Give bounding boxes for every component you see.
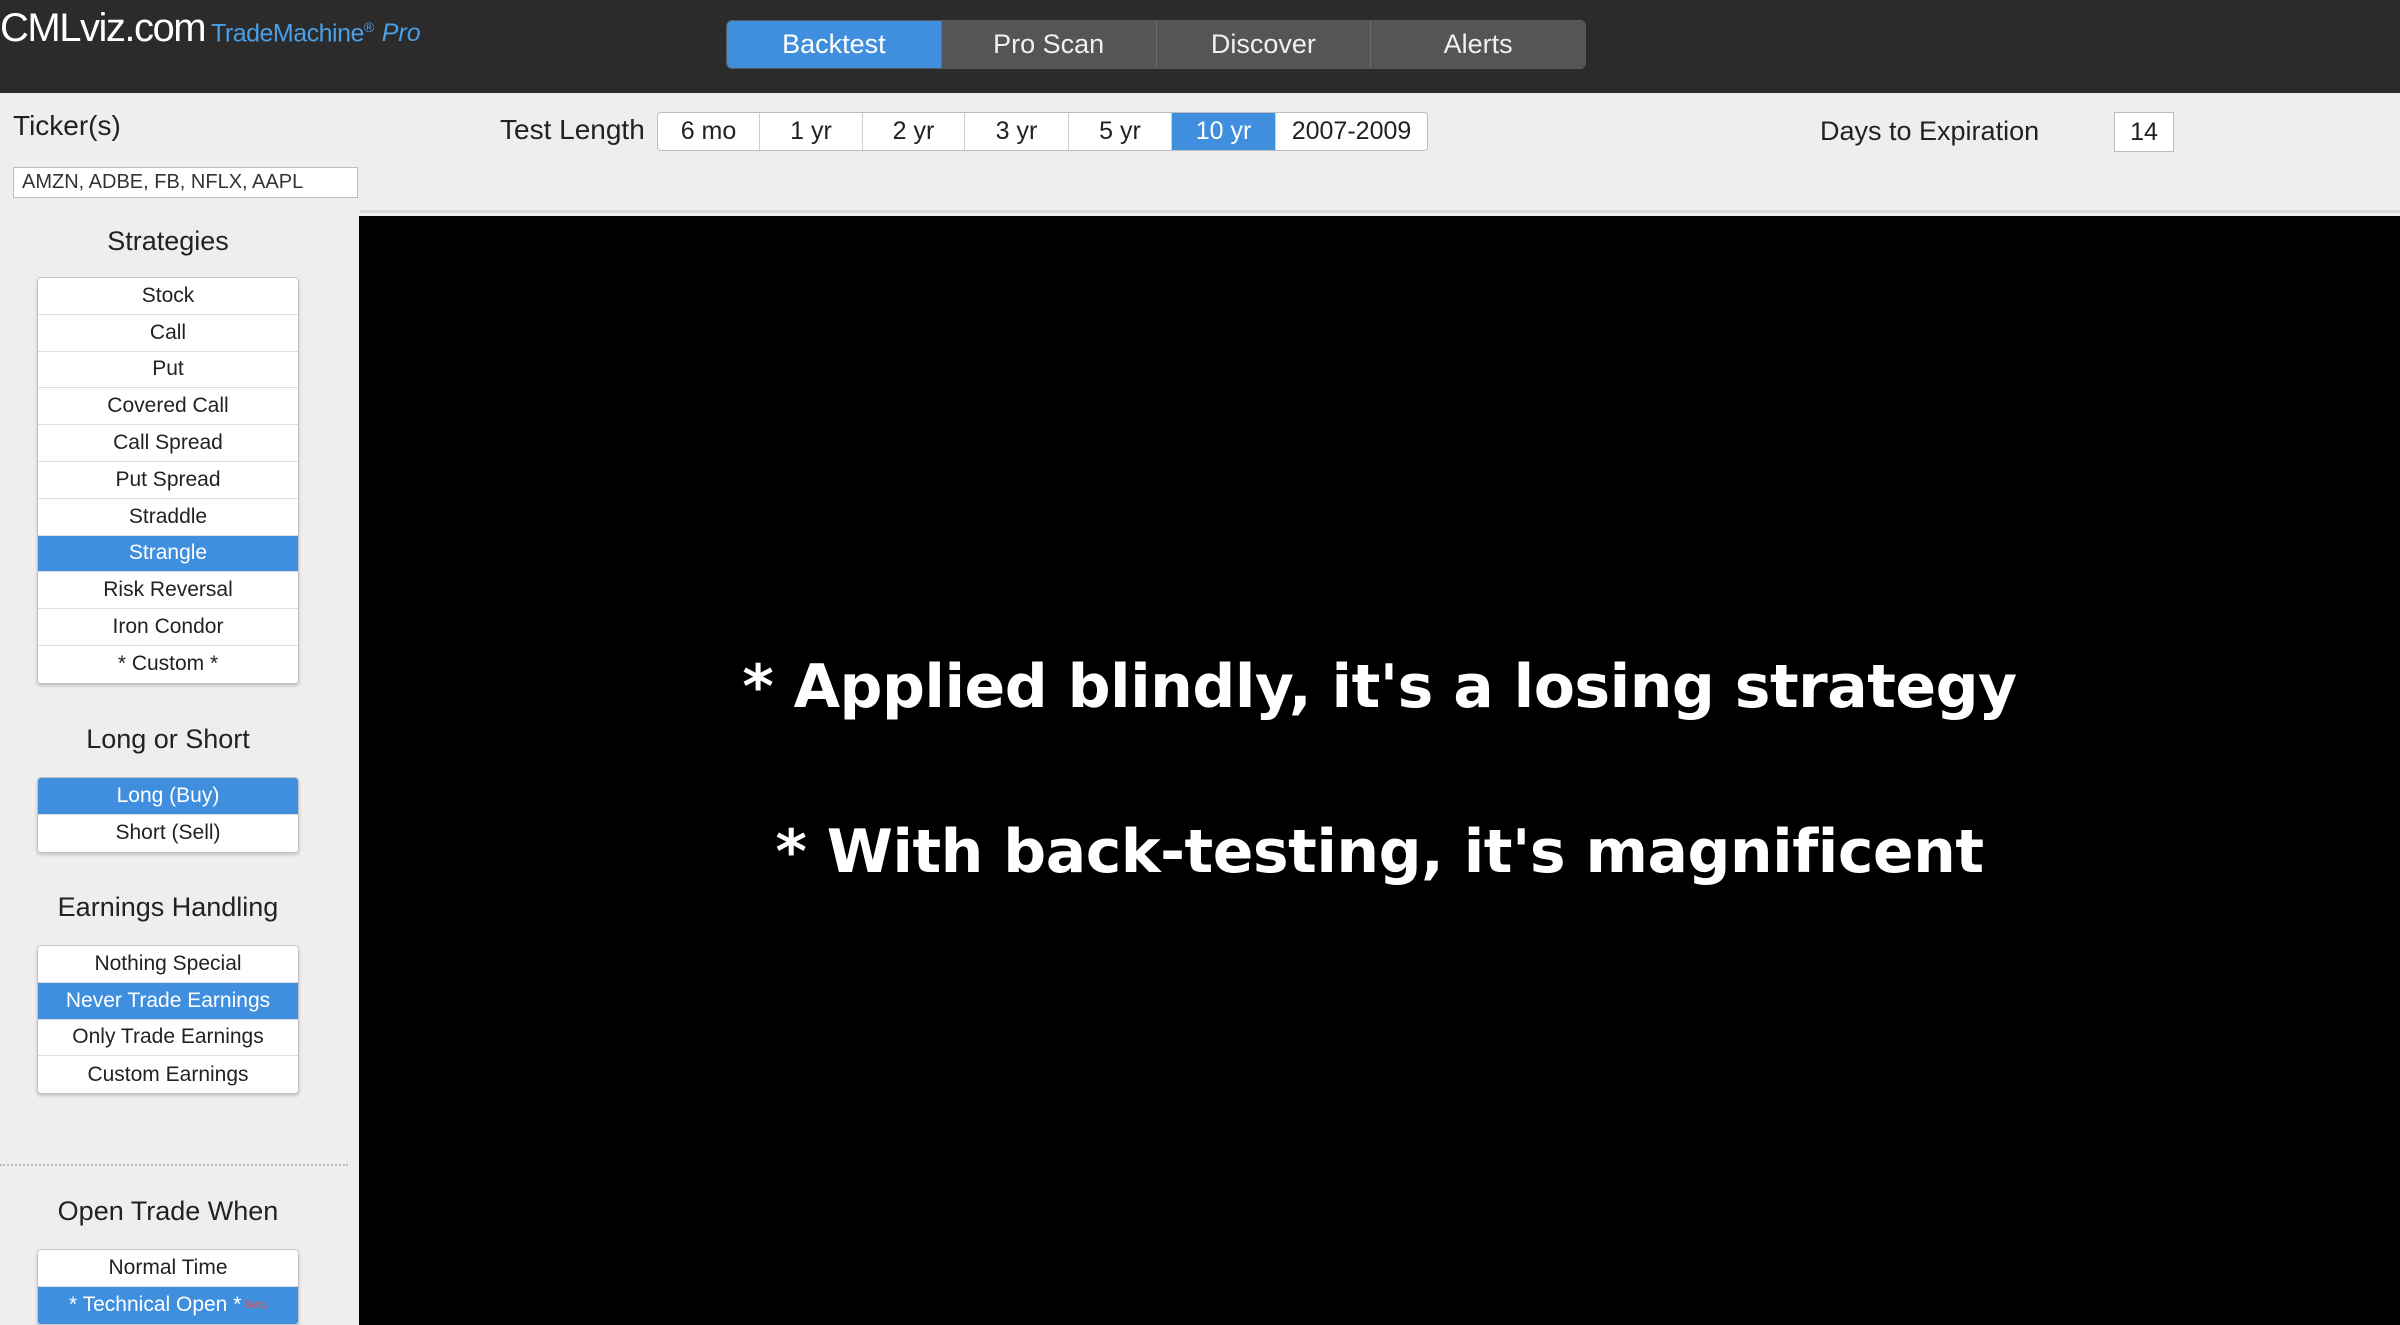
test-length-label: Test Length — [500, 114, 645, 145]
registered-mark: ® — [363, 18, 374, 35]
test-length-6mo[interactable]: 6 mo — [658, 113, 760, 150]
main-nav-tabs: Backtest Pro Scan Discover Alerts — [726, 20, 1586, 69]
strategies-list: Stock Call Put Covered Call Call Spread … — [37, 277, 299, 684]
overlay-line-1: * Applied blindly, it's a losing strateg… — [742, 652, 2017, 722]
earnings-custom[interactable]: Custom Earnings — [38, 1056, 298, 1094]
strategy-call-spread[interactable]: Call Spread — [38, 425, 298, 462]
strategy-risk-reversal[interactable]: Risk Reversal — [38, 572, 298, 610]
tab-pro-scan[interactable]: Pro Scan — [941, 21, 1157, 68]
test-length-5yr[interactable]: 5 yr — [1069, 113, 1172, 150]
overlay-line-2: * With back-testing, it's magnificent — [775, 817, 1984, 887]
test-length-2007-2009[interactable]: 2007-2009 — [1276, 113, 1427, 150]
strategies-title: Strategies — [107, 226, 229, 256]
strategy-put[interactable]: Put — [38, 351, 298, 389]
test-length-10yr[interactable]: 10 yr — [1172, 113, 1276, 150]
product-name-text: TradeMachine — [211, 19, 364, 47]
product-tier: Pro — [381, 19, 421, 47]
open-technical-open[interactable]: * Technical Open * Beta — [38, 1286, 298, 1324]
earnings-handling-list: Nothing Special Never Trade Earnings Onl… — [37, 945, 299, 1095]
test-length-2yr[interactable]: 2 yr — [863, 113, 965, 150]
long-or-short-list: Long (Buy) Short (Sell) — [37, 777, 299, 853]
long-or-short-title: Long or Short — [86, 724, 250, 754]
ticker-label: Ticker(s) — [13, 110, 121, 141]
sidebar-dotted-divider — [0, 1164, 348, 1166]
strategy-call[interactable]: Call — [38, 314, 298, 352]
earnings-handling-title: Earnings Handling — [57, 892, 279, 922]
position-long-buy[interactable]: Long (Buy) — [38, 778, 298, 815]
beta-badge: Beta — [244, 1299, 268, 1312]
header-divider — [360, 210, 2400, 213]
brand-name: CMLviz.com — [0, 6, 207, 50]
open-trade-when-title: Open Trade When — [57, 1196, 279, 1226]
top-navigation-bar: CMLviz.com TradeMachine® Pro Backtest Pr… — [0, 0, 2400, 93]
test-length-selector: 6 mo 1 yr 2 yr 3 yr 5 yr 10 yr 2007-2009 — [657, 112, 1428, 151]
strategy-custom[interactable]: * Custom * — [38, 645, 298, 683]
strategy-stock[interactable]: Stock — [38, 278, 298, 315]
strategy-strangle[interactable]: Strangle — [38, 535, 298, 573]
strategy-sidebar: Strategies Stock Call Put Covered Call C… — [0, 215, 350, 1325]
strategy-iron-condor[interactable]: Iron Condor — [38, 609, 298, 646]
strategy-covered-call[interactable]: Covered Call — [38, 388, 298, 426]
days-to-expiration-label: Days to Expiration — [1820, 116, 2040, 146]
product-name: TradeMachine® — [211, 19, 374, 48]
position-short-sell[interactable]: Short (Sell) — [38, 814, 298, 852]
ticker-input[interactable] — [13, 167, 358, 198]
tab-alerts[interactable]: Alerts — [1371, 21, 1585, 68]
tab-discover[interactable]: Discover — [1156, 21, 1372, 68]
days-to-expiration-input[interactable] — [2114, 112, 2174, 152]
earnings-only-trade[interactable]: Only Trade Earnings — [38, 1019, 298, 1057]
test-length-3yr[interactable]: 3 yr — [965, 113, 1069, 150]
brand-logo[interactable]: CMLviz.com TradeMachine® Pro — [0, 6, 421, 56]
tab-backtest[interactable]: Backtest — [727, 21, 942, 68]
earnings-nothing-special[interactable]: Nothing Special — [38, 946, 298, 983]
open-normal-time[interactable]: Normal Time — [38, 1250, 298, 1287]
strategy-straddle[interactable]: Straddle — [38, 498, 298, 536]
video-overlay-panel: * Applied blindly, it's a losing strateg… — [359, 216, 2400, 1325]
open-technical-open-label: * Technical Open * — [68, 1293, 242, 1317]
strategy-put-spread[interactable]: Put Spread — [38, 461, 298, 499]
test-length-1yr[interactable]: 1 yr — [760, 113, 863, 150]
open-trade-when-list: Normal Time * Technical Open * Beta — [37, 1249, 299, 1325]
earnings-never-trade[interactable]: Never Trade Earnings — [38, 982, 298, 1020]
